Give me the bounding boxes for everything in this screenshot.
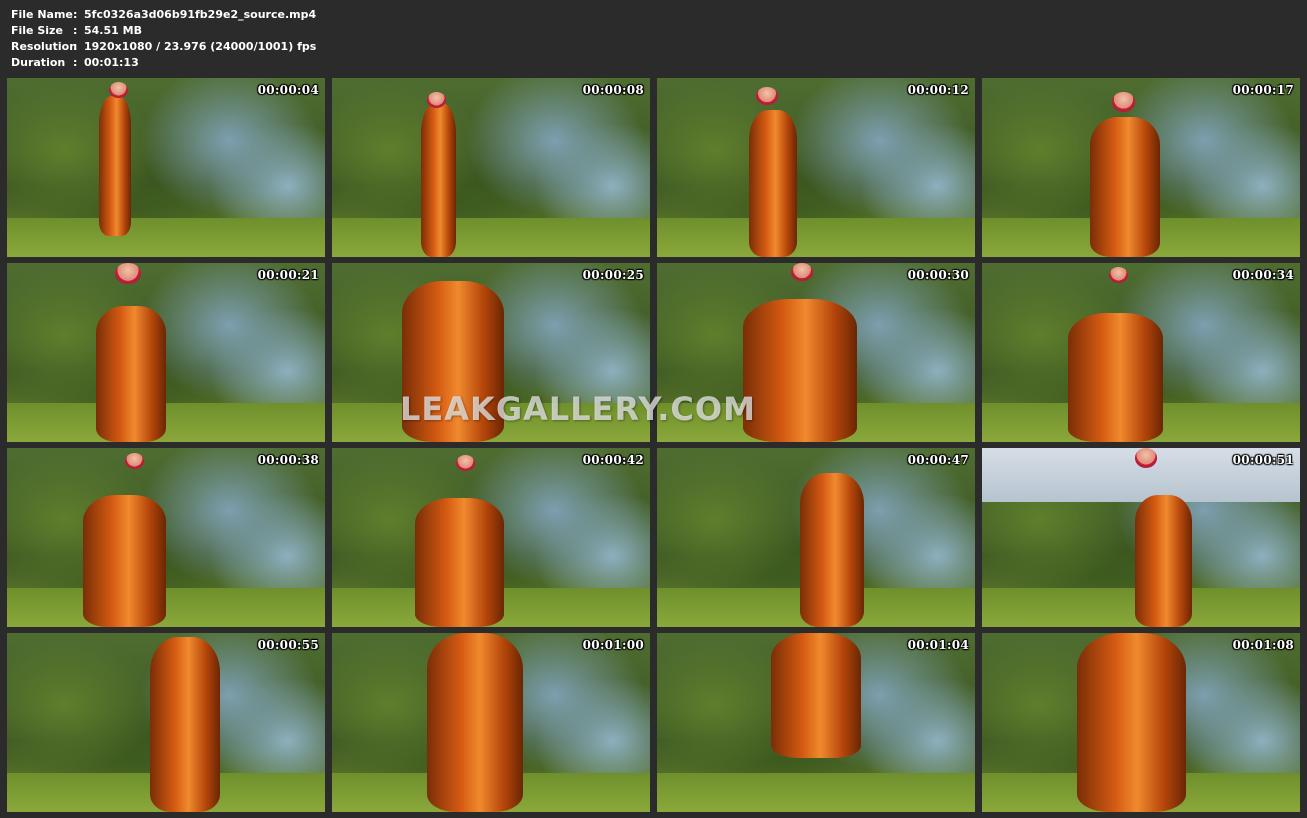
figure-silhouette (99, 95, 132, 236)
figure-head (115, 263, 141, 285)
figure-silhouette (401, 280, 504, 442)
grass (657, 217, 975, 257)
video-frame-thumbnail: 00:00:08 (332, 78, 650, 257)
frame-timestamp: 00:01:08 (1232, 638, 1294, 652)
video-frame-thumbnail: 00:00:21 (7, 263, 325, 442)
video-frame-thumbnail: 00:00:51 (982, 448, 1300, 627)
figure-silhouette (150, 636, 221, 812)
file-name-row: File Name : 5fc0326a3d06b91fb29e2_source… (11, 7, 316, 23)
frame-timestamp: 00:00:42 (582, 453, 644, 467)
figure-silhouette (742, 298, 858, 442)
frame-timestamp: 00:00:38 (257, 453, 319, 467)
video-frame-thumbnail: 00:00:47 (657, 448, 975, 627)
figure-silhouette (800, 473, 864, 627)
frame-timestamp: 00:00:08 (582, 83, 644, 97)
frame-timestamp: 00:00:17 (1232, 83, 1294, 97)
figure-silhouette (1077, 633, 1186, 812)
file-size-value: 54.51 MB (84, 24, 142, 37)
file-size-label: File Size (11, 24, 63, 37)
separator: : (73, 24, 78, 37)
figure-head (790, 263, 813, 281)
video-frame-thumbnail: 00:01:04 (657, 633, 975, 812)
separator: : (73, 40, 78, 53)
figure-silhouette (1090, 117, 1161, 257)
video-frame-thumbnail: 00:00:30 (657, 263, 975, 442)
frame-timestamp: 00:00:51 (1232, 453, 1294, 467)
frame-timestamp: 00:01:00 (582, 638, 644, 652)
figure-silhouette (83, 494, 166, 627)
resolution-value: 1920x1080 / 23.976 (24000/1001) fps (84, 40, 317, 53)
video-frame-thumbnail: 00:00:42 (332, 448, 650, 627)
frame-timestamp: 00:00:04 (257, 83, 319, 97)
frame-timestamp: 00:00:12 (907, 83, 969, 97)
file-info: File Name : 5fc0326a3d06b91fb29e2_source… (11, 7, 316, 71)
grass (7, 587, 325, 627)
figure-silhouette (1134, 494, 1192, 627)
frame-timestamp: 00:00:21 (257, 268, 319, 282)
duration-row: Duration : 00:01:13 (11, 55, 316, 71)
resolution-row: Resolution : 1920x1080 / 23.976 (24000/1… (11, 39, 316, 55)
figure-silhouette (771, 633, 861, 759)
video-frame-thumbnail: 00:00:12 (657, 78, 975, 257)
grass (7, 217, 325, 257)
frame-timestamp: 00:01:04 (907, 638, 969, 652)
video-frame-thumbnail: 00:00:34 (982, 263, 1300, 442)
duration-value: 00:01:13 (84, 56, 139, 69)
contact-sheet: File Name : 5fc0326a3d06b91fb29e2_source… (0, 0, 1307, 818)
figure-head (108, 81, 128, 98)
figure-head (1112, 92, 1135, 112)
video-frame-thumbnail: 00:01:08 (982, 633, 1300, 812)
figure-silhouette (414, 498, 504, 627)
file-name-value: 5fc0326a3d06b91fb29e2_source.mp4 (84, 8, 317, 21)
figure-silhouette (1067, 313, 1164, 442)
grass (332, 217, 650, 257)
video-frame-thumbnail: 00:00:17 (982, 78, 1300, 257)
video-frame-thumbnail: 00:00:38 (7, 448, 325, 627)
figure-head (1134, 448, 1157, 468)
frame-timestamp: 00:00:34 (1232, 268, 1294, 282)
grass (7, 402, 325, 442)
separator: : (73, 8, 78, 21)
figure-silhouette (96, 305, 166, 442)
duration-label: Duration (11, 56, 66, 69)
video-frame-thumbnail: 00:00:25 (332, 263, 650, 442)
video-frame-thumbnail: 00:00:04 (7, 78, 325, 257)
frame-timestamp: 00:00:47 (907, 453, 969, 467)
separator: : (73, 56, 78, 69)
frame-timestamp: 00:00:55 (257, 638, 319, 652)
resolution-label: Resolution (11, 40, 78, 53)
figure-head (1109, 266, 1129, 283)
grass (657, 772, 975, 812)
figure-silhouette (749, 110, 797, 257)
figure-silhouette (421, 103, 456, 257)
frame-timestamp: 00:00:30 (907, 268, 969, 282)
figure-silhouette (427, 633, 523, 812)
file-size-row: File Size : 54.51 MB (11, 23, 316, 39)
video-frame-thumbnail: 00:01:00 (332, 633, 650, 812)
figure-head (755, 86, 778, 105)
thumbnail-grid: 00:00:04 00:00:08 00:00:12 00:00:17 00:00:21… (7, 78, 1300, 812)
file-name-label: File Name (11, 8, 73, 21)
video-frame-thumbnail: 00:00:55 (7, 633, 325, 812)
frame-timestamp: 00:00:25 (582, 268, 644, 282)
